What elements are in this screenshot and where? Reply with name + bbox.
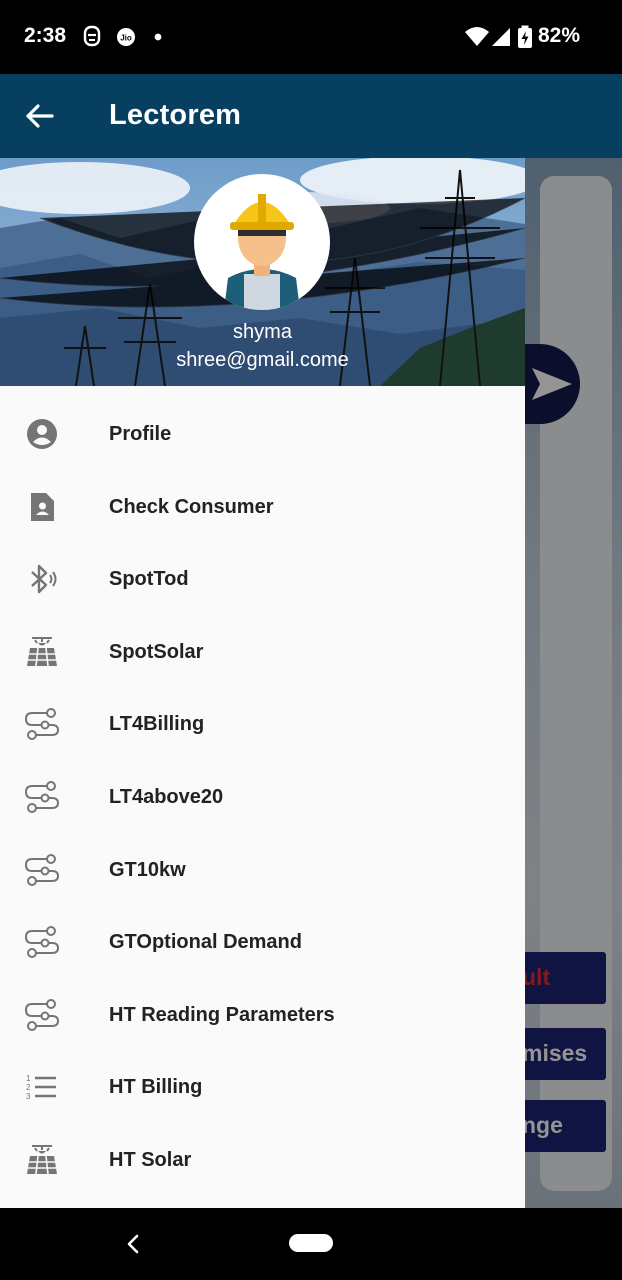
worker-avatar-icon [224, 194, 300, 310]
user-email: shree@gmail.come [176, 349, 349, 371]
menu-item-spotsolar[interactable]: SpotSolar [0, 616, 525, 689]
svg-text:2: 2 [26, 1083, 31, 1092]
contact-document-icon [31, 492, 54, 521]
drawer-header: shyma shree@gmail.come [0, 158, 525, 386]
menu-item-label: SpotSolar [109, 640, 204, 663]
arrow-left-icon[interactable] [24, 96, 58, 136]
drawer-menu: Profile Check Consumer SpotTod SpotSolar… [0, 398, 525, 1197]
svg-text:Jio: Jio [120, 34, 132, 43]
menu-item-gt10kw[interactable]: GT10kw [0, 834, 525, 907]
menu-item-label: Profile [109, 423, 172, 445]
status-time: 2:38 [24, 24, 67, 47]
menu-item-label: GT10kw [109, 858, 186, 881]
menu-item-lt4above20[interactable]: LT4above20 [0, 761, 525, 834]
menu-item-lt4billing[interactable]: LT4Billing [0, 688, 525, 761]
menu-item-label: LT4Billing [109, 713, 205, 736]
menu-item-label: Check Consumer [109, 495, 274, 518]
svg-text:3: 3 [26, 1092, 31, 1101]
route-icon [24, 780, 60, 813]
dot-icon [154, 33, 162, 41]
menu-item-profile[interactable]: Profile [0, 398, 525, 471]
system-navigation-bar [0, 1208, 622, 1280]
navigation-drawer: shyma shree@gmail.come Profile Check Con… [0, 158, 525, 1208]
menu-item-label: HT Solar [109, 1148, 192, 1171]
menu-item-ht-billing[interactable]: 1 2 3 HT Billing [0, 1051, 525, 1124]
battery-charging-icon [518, 25, 532, 48]
battery-percent: 82% [537, 24, 580, 47]
page-title: Lectorem [109, 99, 242, 131]
route-icon [24, 853, 60, 886]
nav-home-pill[interactable] [289, 1234, 333, 1252]
avatar[interactable] [194, 174, 330, 310]
menu-item-label: LT4above20 [109, 785, 224, 808]
route-icon [24, 708, 60, 741]
nav-back-icon[interactable] [122, 1230, 144, 1258]
menu-item-ht-reading-parameters[interactable]: HT Reading Parameters [0, 979, 525, 1052]
jio-icon: Jio [117, 28, 135, 46]
menu-item-spottod[interactable]: SpotTod [0, 543, 525, 616]
numbered-list-icon: 1 2 3 [26, 1074, 56, 1101]
menu-item-label: HT Billing [109, 1076, 203, 1099]
wifi-icon [465, 27, 489, 46]
user-name: shyma [233, 321, 292, 343]
menu-item-gtoptional-demand[interactable]: GTOptional Demand [0, 906, 525, 979]
app-bar: Lectorem [0, 74, 622, 158]
account-circle-icon [27, 419, 57, 449]
route-icon [24, 998, 60, 1031]
route-icon [24, 926, 60, 959]
menu-item-label: GTOptional Demand [109, 931, 302, 954]
signal-icon [492, 28, 510, 46]
status-bar: 2:38 Jio 82% [0, 0, 622, 74]
solar-panel-icon [27, 636, 57, 666]
menu-item-ht-solar[interactable]: HT Solar [0, 1124, 525, 1197]
menu-item-label: HT Reading Parameters [109, 1003, 335, 1026]
solar-panel-icon [27, 1144, 57, 1175]
menu-item-check-consumer[interactable]: Check Consumer [0, 471, 525, 544]
menu-item-label: SpotTod [109, 568, 189, 591]
bluetooth-audio-icon [31, 564, 57, 594]
face-id-icon [83, 25, 101, 47]
svg-text:1: 1 [26, 1074, 31, 1083]
